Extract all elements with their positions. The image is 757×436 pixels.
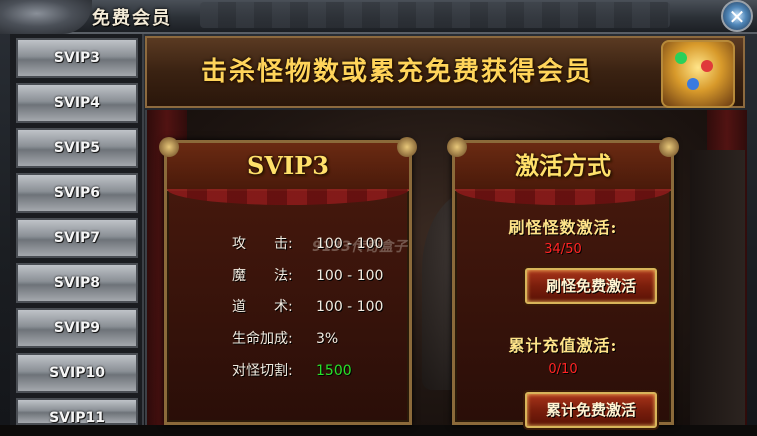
ornament-icon [447,137,467,157]
stat-row-monster-cut: 对怪切割: 1500 [232,361,412,381]
sidebar-item-svip4[interactable]: SVIP4 [16,83,138,123]
kill-method-label: 刷怪怪数激活: [508,218,618,237]
sidebar-item-svip6[interactable]: SVIP6 [16,173,138,213]
panel-header: 激活方式 [455,143,671,191]
stat-value: 3% [316,331,339,347]
kill-activate-button[interactable]: 刷怪免费激活 [525,268,657,304]
stat-row-magic: 魔 法: 100 - 100 [232,266,412,286]
treasure-chest-icon [661,40,735,108]
stat-row-taoism: 道 术: 100 - 100 [232,297,412,317]
curtain-valance [167,189,409,205]
promo-banner: 击杀怪物数或累充免费获得会员 [145,36,745,108]
stat-row-hp-bonus: 生命加成: 3% [232,329,412,349]
sidebar-item-svip10[interactable]: SVIP10 [16,353,138,393]
detail-title: SVIP3 [247,151,329,180]
curtain-valance [455,189,671,205]
close-button[interactable]: ✕ [721,0,753,32]
stat-label: 对怪切割: [232,363,293,379]
gem-icon [687,78,699,90]
recharge-method-label: 累计充值激活: [508,336,618,355]
stat-value: 100 - 100 [316,299,384,315]
gem-icon [675,52,687,64]
activation-title: 激活方式 [515,151,611,180]
ornament-icon [659,137,679,157]
panel-header: SVIP3 [167,143,409,191]
sidebar-item-svip11[interactable]: SVIP11 [16,398,138,426]
title-bar: 免费会员 ✕ [0,0,757,34]
kill-progress: 34/50 [544,242,582,257]
sidebar-item-svip5[interactable]: SVIP5 [16,128,138,168]
stat-value: 1500 [316,363,352,379]
gem-icon [701,60,713,72]
recharge-progress: 0/10 [548,362,578,377]
stat-value: 100 - 100 [316,268,384,284]
sidebar-item-svip7[interactable]: SVIP7 [16,218,138,258]
banner-text: 击杀怪物数或累充免费获得会员 [200,57,593,87]
recharge-activate-button[interactable]: 累计免费激活 [525,392,657,428]
stat-label: 攻 击: [232,236,293,252]
sidebar-item-svip3[interactable]: SVIP3 [16,38,138,78]
sidebar-item-svip8[interactable]: SVIP8 [16,263,138,303]
sidebar-item-svip9[interactable]: SVIP9 [16,308,138,348]
stat-label: 道 术: [232,299,293,315]
stat-label: 生命加成: [232,331,293,347]
side-decoration [690,150,745,425]
stat-row-attack: 攻 击: 100 - 100 [232,234,412,254]
title-ornament [200,2,670,28]
stat-label: 魔 法: [232,268,293,284]
window-title: 免费会员 [92,8,172,29]
dragon-emblem-icon [0,0,92,34]
stat-value: 100 - 100 [316,236,384,252]
ornament-icon [397,137,417,157]
ornament-icon [159,137,179,157]
